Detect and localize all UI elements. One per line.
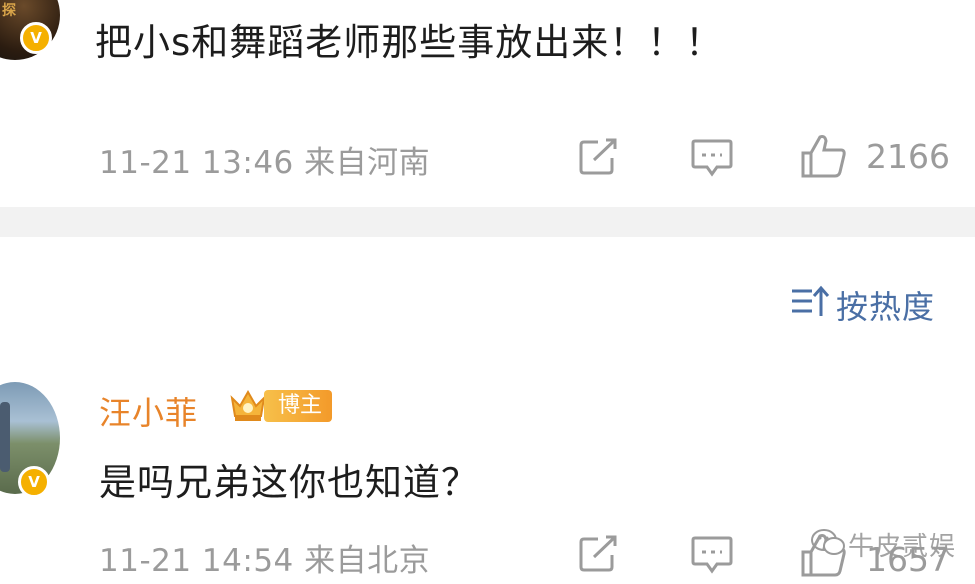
post-text: 把小s和舞蹈老师那些事放出来！！！: [95, 21, 724, 64]
post-timestamp: 11-21 13:46: [99, 145, 294, 181]
section-divider: [0, 207, 975, 237]
verified-badge-icon: V: [18, 466, 50, 498]
verified-badge-icon: V: [20, 22, 52, 54]
like-icon[interactable]: [800, 133, 848, 179]
post-location: 来自河南: [304, 145, 431, 181]
comment-icon[interactable]: [690, 535, 734, 575]
commenter-username[interactable]: 汪小菲: [99, 388, 198, 434]
crown-icon: [230, 389, 266, 421]
like-count: 2166: [866, 137, 950, 176]
watermark-text: 牛皮贰娱: [848, 532, 957, 562]
comment-location: 来自北京: [304, 543, 431, 579]
comment-meta: 11-21 14:54 来自北京: [99, 535, 430, 580]
comment-icon[interactable]: [690, 138, 734, 178]
comment-text: 是吗兄弟这你也知道？: [99, 461, 479, 504]
watermark-logo-icon: [811, 529, 845, 555]
share-icon[interactable]: [578, 138, 620, 176]
avatar-decoration: 探: [2, 3, 16, 19]
share-icon[interactable]: [578, 535, 620, 573]
avatar-figure: [0, 402, 10, 472]
post-meta: 11-21 13:46 来自河南: [99, 137, 430, 182]
sort-by-hot-button[interactable]: 按热度: [836, 282, 935, 328]
author-badge: 博主: [264, 390, 333, 422]
comment-timestamp: 11-21 14:54: [99, 543, 294, 579]
sort-icon[interactable]: [790, 283, 830, 319]
